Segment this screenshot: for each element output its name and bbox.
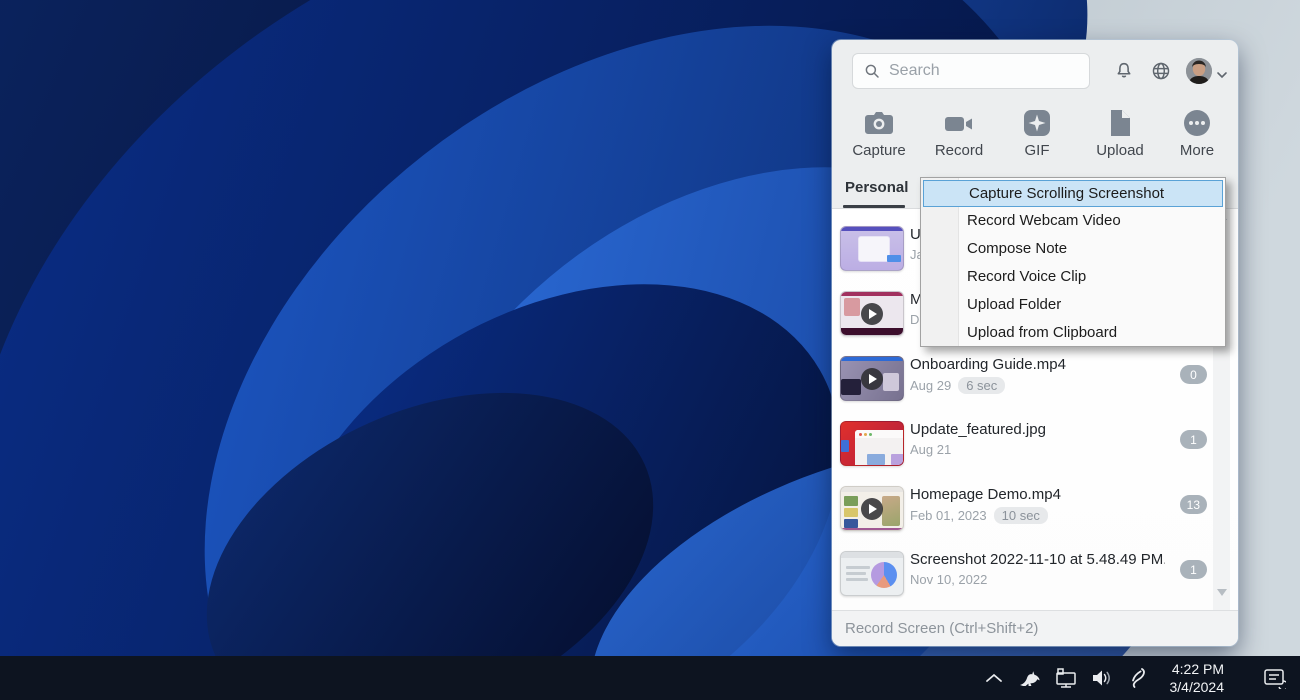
file-thumbnail-2: [840, 291, 904, 336]
gif-sparkle-icon: [1000, 106, 1074, 138]
account-chevron-down-icon[interactable]: [1216, 67, 1228, 77]
play-overlay-icon: [861, 368, 883, 390]
file-row-3[interactable]: Onboarding Guide.mp4 Aug 29 6 sec 0: [832, 356, 1238, 421]
upload-label: Upload: [1083, 142, 1157, 159]
file-thumbnail-6: [840, 551, 904, 596]
file-date-6: Nov 10, 2022: [910, 572, 987, 587]
clock-date: 3/4/2024: [1170, 678, 1225, 696]
ellipsis-circle-icon: [1160, 106, 1234, 138]
tab-personal[interactable]: Personal: [845, 179, 908, 196]
tray-volume-icon[interactable]: [1090, 666, 1114, 690]
upload-button[interactable]: Upload: [1083, 106, 1157, 159]
windows-taskbar: 4:22 PM 3/4/2024: [0, 656, 1300, 700]
action-toolbar: Capture Record GIF: [832, 106, 1238, 172]
file-page-icon: [1083, 106, 1157, 138]
play-overlay-icon: [861, 498, 883, 520]
user-avatar[interactable]: [1186, 58, 1212, 84]
view-count-badge: 13: [1180, 495, 1207, 514]
menu-item-record-webcam-video[interactable]: Record Webcam Video: [922, 207, 1224, 235]
play-overlay-icon: [861, 303, 883, 325]
avatar-photo: [1186, 58, 1212, 84]
view-count-badge: 0: [1180, 365, 1207, 384]
record-label: Record: [922, 142, 996, 159]
record-button[interactable]: Record: [922, 106, 996, 159]
more-context-menu: Capture Scrolling Screenshot Record Webc…: [920, 177, 1226, 347]
video-camera-icon: [922, 106, 996, 138]
capture-button[interactable]: Capture: [842, 106, 916, 159]
file-name-5: Homepage Demo.mp4: [910, 486, 1165, 503]
clock-time: 4:22 PM: [1170, 660, 1225, 678]
file-date-3: Aug 29: [910, 378, 951, 393]
file-thumbnail-1: [840, 226, 904, 271]
file-row-4[interactable]: Update_featured.jpg Aug 21 1: [832, 421, 1238, 486]
gif-button[interactable]: GIF: [1000, 106, 1074, 159]
menu-item-record-voice-clip[interactable]: Record Voice Clip: [922, 263, 1224, 291]
menu-item-compose-note[interactable]: Compose Note: [922, 235, 1224, 263]
capture-label: Capture: [842, 142, 916, 159]
footer-hint-bar: Record Screen (Ctrl+Shift+2): [832, 610, 1238, 646]
menu-item-capture-scrolling-screenshot[interactable]: Capture Scrolling Screenshot: [923, 180, 1223, 207]
tray-pen-icon[interactable]: [1126, 666, 1150, 690]
menu-item-upload-from-clipboard[interactable]: Upload from Clipboard: [922, 319, 1224, 347]
action-center-icon[interactable]: [1262, 666, 1286, 690]
file-duration-5: 10 sec: [994, 507, 1048, 524]
view-count-badge: 1: [1180, 430, 1207, 449]
file-thumbnail-3: [840, 356, 904, 401]
system-tray: 4:22 PM 3/4/2024: [982, 660, 1287, 696]
file-date-5: Feb 01, 2023: [910, 508, 987, 523]
file-thumbnail-5: [840, 486, 904, 531]
file-duration-3: 6 sec: [958, 377, 1005, 394]
file-name-6: Screenshot 2022-11-10 at 5.48.49 PM...: [910, 551, 1165, 568]
menu-item-upload-folder[interactable]: Upload Folder: [922, 291, 1224, 319]
search-icon: [863, 62, 881, 80]
file-row-6[interactable]: Screenshot 2022-11-10 at 5.48.49 PM... N…: [832, 551, 1238, 610]
tray-kangaroo-app-icon[interactable]: [1018, 666, 1042, 690]
view-count-badge: 1: [1180, 560, 1207, 579]
camera-icon: [842, 106, 916, 138]
file-date-4: Aug 21: [910, 442, 951, 457]
scroll-down-arrow-icon[interactable]: [1217, 589, 1227, 596]
file-thumbnail-4: [840, 421, 904, 466]
file-name-3: Onboarding Guide.mp4: [910, 356, 1165, 373]
more-button[interactable]: More: [1160, 106, 1234, 159]
more-label: More: [1160, 142, 1234, 159]
file-row-5[interactable]: Homepage Demo.mp4 Feb 01, 2023 10 sec 13: [832, 486, 1238, 551]
file-date-2: D: [910, 312, 919, 327]
search-input[interactable]: [889, 62, 1069, 80]
gif-label: GIF: [1000, 142, 1074, 159]
notifications-bell-icon[interactable]: [1112, 59, 1136, 83]
search-box[interactable]: [852, 53, 1090, 89]
tray-chevron-up-icon[interactable]: [982, 666, 1006, 690]
tray-network-icon[interactable]: [1054, 666, 1078, 690]
taskbar-clock[interactable]: 4:22 PM 3/4/2024: [1170, 660, 1225, 696]
footer-hint-text: Record Screen (Ctrl+Shift+2): [845, 620, 1038, 637]
file-name-4: Update_featured.jpg: [910, 421, 1165, 438]
globe-icon[interactable]: [1149, 59, 1173, 83]
